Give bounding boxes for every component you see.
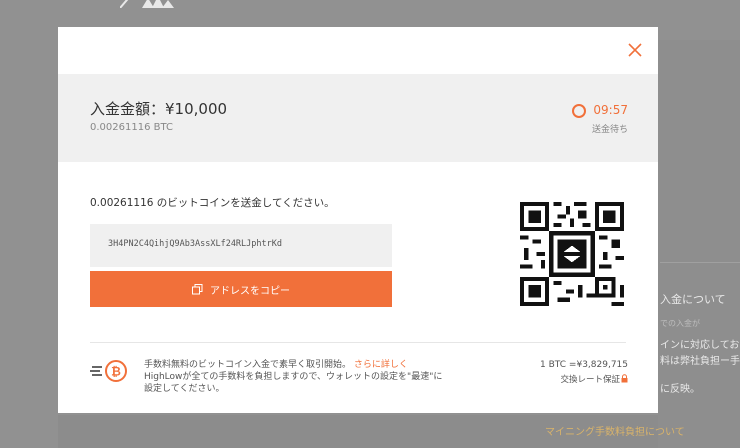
background-divider [660,262,740,263]
qr-code [520,202,624,306]
status-label: 送金待ち [591,125,628,135]
close-icon[interactable] [626,41,644,59]
deposit-modal: 入金金額：¥10,000 0.00261116 BTC 09:57 送金待ち 0… [58,27,658,413]
exchange-rate: 1 BTC =¥3,829,715 [540,360,628,370]
deposit-amount: 入金金額：¥10,000 [90,100,228,118]
divider [90,342,626,343]
fee-notice: 手数料無料のビットコイン入金で素早く取引開始。 さらに詳しく HighLowが全… [144,359,444,395]
background-text: 料は弊社負担ー手数料は [660,356,740,367]
bitcoin-icon: ₿ [90,360,127,382]
background-heading: 入金について [660,293,726,306]
rate-guarantee-label: 交換レート保証 [560,375,620,385]
send-instruction: 0.00261116 のビットコインを送金してください。 [90,197,335,209]
background-link[interactable]: マイニング手数料負担について [545,423,685,438]
fee-notice-text: 手数料無料のビットコイン入金で素早く取引開始。 [144,360,352,370]
deposit-summary: 入金金額：¥10,000 0.00261116 BTC 09:57 送金待ち [58,74,658,162]
timer-ring-icon [572,104,586,118]
background-text: での入金が [660,319,700,328]
learn-more-link[interactable]: さらに詳しく [354,360,408,370]
logo-icon [120,0,174,8]
wallet-address[interactable]: 3H4PN2C4QihjQ9Ab3AssXLf24RLJphtrKd [108,239,282,249]
wallet-address-box[interactable]: 3H4PN2C4QihjQ9Ab3AssXLf24RLJphtrKd [90,224,392,267]
background-text: に反映。 [660,384,700,395]
copy-address-button[interactable]: アドレスをコピー [90,271,392,307]
fee-notice-detail: HighLowが全ての手数料を負担しますので、ウォレットの設定を"最速"に設定し… [144,372,443,394]
background-text: インに対応しており [660,340,740,351]
copy-icon [192,283,203,294]
svg-text:₿: ₿ [111,365,121,379]
deposit-amount-btc: 0.00261116 BTC [90,122,173,133]
copy-address-label: アドレスをコピー [210,285,290,297]
countdown-timer: 09:57 [593,103,628,117]
lock-icon [621,374,628,383]
